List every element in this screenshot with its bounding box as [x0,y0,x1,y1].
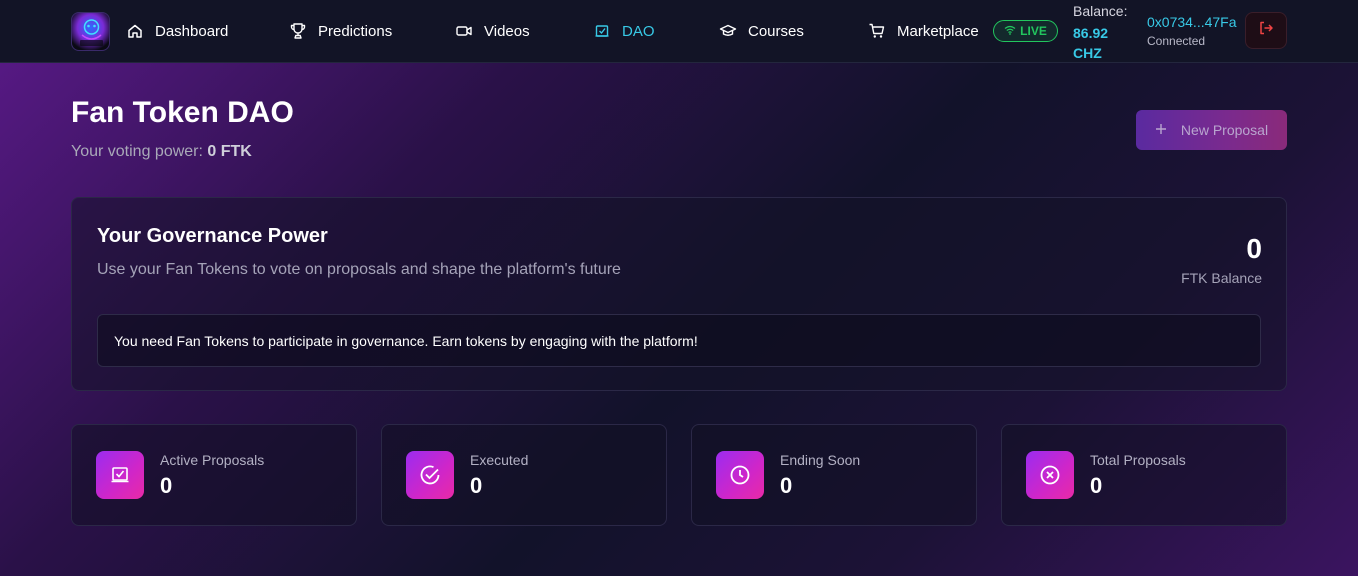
stat-value: 0 [160,473,173,498]
new-proposal-label: New Proposal [1180,122,1269,138]
nav-item-dashboard[interactable]: Dashboard [125,20,228,42]
stat-label: Ending Soon [780,452,861,468]
wallet-status: Connected [1147,34,1206,48]
wifi-icon [1004,24,1016,39]
voting-power-label: Your voting power: [71,143,203,160]
logout-button[interactable] [1245,12,1287,49]
new-proposal-button[interactable]: New Proposal [1136,110,1287,150]
nav-item-courses[interactable]: Courses [718,20,804,42]
graduation-cap-icon [718,21,738,41]
page-title: Fan Token DAO [71,96,294,129]
nav-item-label: Courses [748,22,804,40]
stat-label: Active Proposals [160,452,265,468]
ftk-balance-value: 0 [1246,233,1262,264]
governance-subtitle: Use your Fan Tokens to vote on proposals… [97,261,621,278]
live-badge: LIVE [993,20,1058,42]
voting-power: Your voting power: 0 FTK [71,143,252,161]
stat-value: 0 [780,473,793,498]
ftk-balance-label: FTK Balance [1181,270,1262,286]
nav-item-dao[interactable]: DAO [592,20,655,42]
stat-label: Executed [470,452,529,468]
stat-card-ending-soon: Ending Soon 0 [691,424,977,526]
stat-label: Total Proposals [1090,452,1186,468]
stat-card-active-proposals: Active Proposals 0 [71,424,357,526]
governance-card: Your Governance Power Use your Fan Token… [71,197,1287,391]
balance-amount: 86.92 CHZ [1073,25,1109,61]
governance-title: Your Governance Power [97,225,328,247]
wallet-address[interactable]: 0x0734...47Fa [1147,14,1237,30]
check-circle-icon [406,451,454,499]
nav-item-marketplace[interactable]: Marketplace [867,20,979,42]
shopping-cart-icon [867,21,887,41]
plus-icon [1155,122,1167,138]
voting-power-value: 0 FTK [207,143,252,160]
nav-item-label: Videos [484,22,530,40]
governance-notice: You need Fan Tokens to participate in go… [97,314,1261,367]
nav-item-label: DAO [622,22,655,40]
live-label: LIVE [1020,24,1047,38]
clock-icon [716,451,764,499]
stat-value: 0 [470,473,483,498]
home-icon [125,21,145,41]
logout-icon [1258,20,1274,41]
x-circle-icon [1026,451,1074,499]
stat-card-executed: Executed 0 [381,424,667,526]
nav-item-label: Dashboard [155,22,229,40]
nav-item-videos[interactable]: Videos [454,20,530,42]
stat-card-total-proposals: Total Proposals 0 [1001,424,1287,526]
vote-box-icon [592,21,612,41]
vote-box-icon [96,451,144,499]
video-camera-icon [454,21,474,41]
top-navbar: Dashboard Predictions Videos DAO Courses… [0,0,1358,63]
nav-item-label: Marketplace [897,22,979,40]
nav-item-predictions[interactable]: Predictions [288,20,392,42]
nav-item-label: Predictions [318,22,393,40]
governance-notice-text: You need Fan Tokens to participate in go… [114,332,698,349]
trophy-icon [288,21,308,41]
stat-value: 0 [1090,473,1103,498]
chiliz-logo[interactable] [71,12,110,51]
balance-label: Balance: [1073,3,1128,19]
